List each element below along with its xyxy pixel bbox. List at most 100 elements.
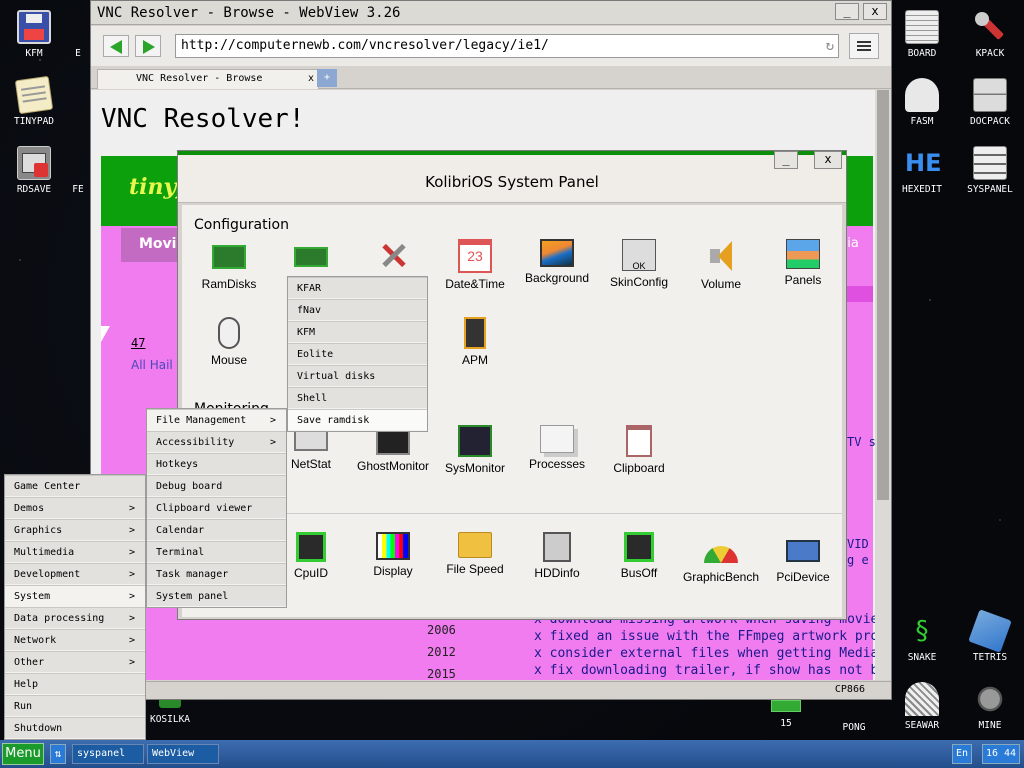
desktop-icon-snake[interactable]: § SNAKE [890,614,954,663]
desktop-icon-fifteen[interactable]: 15 [754,700,818,729]
close-button[interactable]: x [814,151,842,169]
panel-item-graphicbench[interactable]: GraphicBench [680,532,762,584]
minimize-button[interactable]: _ [835,3,859,20]
menu-button[interactable] [849,33,879,59]
desktop-icon-hexedit[interactable]: HE HEXEDIT [890,146,954,195]
panel-item-processes[interactable]: Processes [516,425,598,471]
refresh-icon[interactable]: ↻ [826,35,834,57]
panel-item-panels[interactable]: Panels [762,239,844,287]
submenu-item-fnav[interactable]: fNav [288,299,427,321]
panel-item-volume[interactable]: Volume [680,239,762,291]
browser-toolbar: http://computernewb.com/vncresolver/lega… [91,26,891,66]
submenu-item-calendar[interactable]: Calendar [147,519,286,541]
menu-item-demos[interactable]: Demos > [5,497,145,519]
taskbar-item-webview[interactable]: WebView [147,744,219,764]
panel-item-clipboard[interactable]: Clipboard [598,425,680,475]
address-bar[interactable]: http://computernewb.com/vncresolver/lega… [175,34,839,58]
menu-item-data-processing[interactable]: Data processing > [5,607,145,629]
desktop-icon-label: MINE [978,720,1002,731]
submenu-item-eolite[interactable]: Eolite [288,343,427,365]
panel-item-hddinfo[interactable]: HDDinfo [516,532,598,580]
scrollbar-thumb[interactable] [877,90,889,500]
panel-item-pcidevice[interactable]: PciDevice [762,532,844,584]
submenu-item-task-manager[interactable]: Task manager [147,563,286,585]
panel-item-network-card[interactable] [270,239,352,275]
desktop-icon-rdsave[interactable]: RDSAVE [2,146,66,195]
panel-item-sysmonitor[interactable]: SysMonitor [434,425,516,475]
submenu-item-accessibility[interactable]: Accessibility > [147,431,286,453]
panel-item-filespeed[interactable]: File Speed [434,532,516,576]
panel-item-tools[interactable] [352,239,434,277]
desktop-icon-syspanel[interactable]: SYSPANEL [958,146,1022,195]
taskbar-item-syspanel[interactable]: syspanel [72,744,144,764]
menu-label: Game Center [14,481,81,492]
submenu-item-kfm[interactable]: KFM [288,321,427,343]
fifteen-icon [771,700,801,712]
menu-item-help[interactable]: Help [5,673,145,695]
back-button[interactable] [103,35,129,57]
desktop-icon-board[interactable]: BOARD [890,10,954,59]
monitor-icon [540,239,574,267]
menu-item-multimedia[interactable]: Multimedia > [5,541,145,563]
minimize-button[interactable]: _ [774,151,798,169]
tab-active[interactable]: VNC Resolver - Browse x [97,69,319,89]
menu-item-other[interactable]: Other > [5,651,145,673]
language-indicator[interactable]: En [952,744,972,764]
panel-item-ramdisks[interactable]: RamDisks [188,239,270,291]
window-switcher-button[interactable]: ⇅ [50,744,66,764]
desktop-icon-label: SNAKE [907,652,937,663]
vertical-scrollbar[interactable] [875,90,891,680]
forward-button[interactable] [135,35,161,57]
pci-card-icon [786,540,820,562]
syspanel-titlebar[interactable]: KolibriOS System Panel _ x [178,151,846,203]
menu-item-network[interactable]: Network > [5,629,145,651]
menu-item-development[interactable]: Development > [5,563,145,585]
new-tab-button[interactable]: + [317,69,337,87]
submenu-item-shell[interactable]: Shell [288,387,427,409]
panel-item-display[interactable]: Display [352,532,434,578]
menu-item-game-center[interactable]: Game Center [5,475,145,497]
menu-item-system[interactable]: System > [5,585,145,607]
submenu-item-terminal[interactable]: Terminal [147,541,286,563]
webview-titlebar[interactable]: VNC Resolver - Browse - WebView 3.26 _ x [91,1,891,25]
desktop-icon-seawar[interactable]: SEAWAR [890,682,954,731]
menu-label: Other [14,657,45,668]
submenu-item-virtual-disks[interactable]: Virtual disks [288,365,427,387]
menu-button[interactable]: Menu [2,743,44,765]
panel-item-ghostmonitor[interactable]: GhostMonitor [352,425,434,473]
submenu-item-hotkeys[interactable]: Hotkeys [147,453,286,475]
panel-item-apm[interactable]: APM [434,317,516,367]
panel-item-mouse[interactable]: Mouse [188,317,270,367]
submenu-item-file-management[interactable]: File Management > [147,409,286,431]
desktop-icon-tetris[interactable]: TETRIS [958,609,1022,663]
submenu-item-clipboard-viewer[interactable]: Clipboard viewer [147,497,286,519]
desktop-icon-docpack[interactable]: DOCPACK [958,78,1022,127]
panel-item-background[interactable]: Background [516,239,598,285]
desktop-icon-kfm[interactable]: KFM [2,10,66,59]
submenu-item-system-panel[interactable]: System panel [147,585,286,607]
desktop-icon-mine[interactable]: MINE [958,682,1022,731]
task-label: syspanel [77,748,126,759]
close-button[interactable]: x [863,3,887,20]
menu-item-run[interactable]: Run [5,695,145,717]
list-header[interactable]: 47 [131,336,145,350]
submenu-item-save-ramdisk[interactable]: Save ramdisk [288,409,427,431]
menu-item-shutdown[interactable]: Shutdown [5,717,145,739]
desktop-icon-pong[interactable]: PONG [822,722,886,733]
desktop-icon-kpack[interactable]: KPACK [958,10,1022,59]
panel-item-datetime[interactable]: 23 Date&Time [434,239,516,291]
tab-close-icon[interactable]: x [308,70,314,88]
submenu-item-kfar[interactable]: KFAR [288,277,427,299]
menu-label: fNav [297,305,322,316]
panel-item-skinconfig[interactable]: OK SkinConfig [598,239,680,289]
desktop-icon-tinypad[interactable]: TINYPAD [2,75,66,127]
menu-label: Network [14,635,57,646]
submenu-item-debug-board[interactable]: Debug board [147,475,286,497]
chevron-right-icon: > [128,547,135,558]
clock[interactable]: 16 44 [982,744,1020,764]
panel-item-busoff[interactable]: BusOff [598,532,680,580]
menu-item-graphics[interactable]: Graphics > [5,519,145,541]
fasm-icon [905,78,939,112]
board-icon [905,10,939,44]
desktop-icon-fasm[interactable]: FASM [890,78,954,127]
